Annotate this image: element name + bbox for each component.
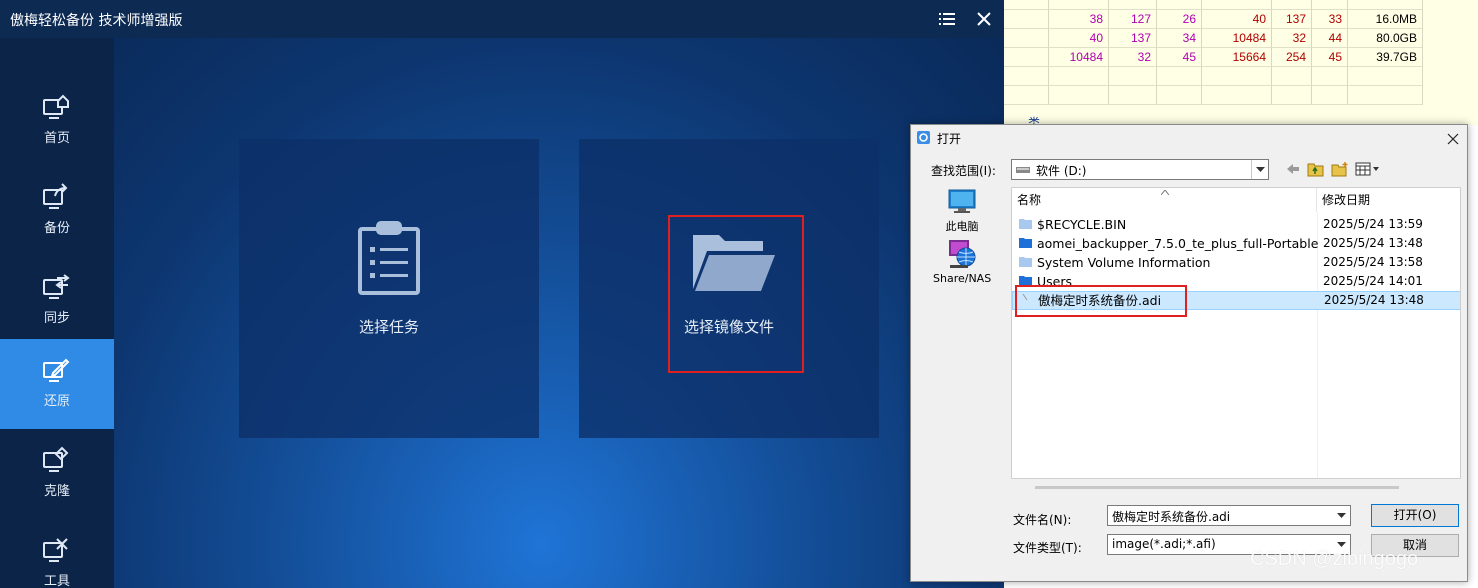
sheet-row-empty [1004,67,1478,86]
sheet-row-partial [1004,0,1478,10]
place-share-nas[interactable]: Share/NAS [933,239,991,285]
backup-icon [43,183,68,209]
file-name: System Volume Information [1037,255,1211,270]
home-icon [43,94,69,119]
menu-icon[interactable] [934,6,960,32]
main-panel: 选择任务 选择镜像文件 [114,38,1004,588]
sheet-row-empty [1004,86,1478,105]
file-date: 2025/5/24 14:01 [1323,274,1423,288]
watermark: CSDN @zibingogo [1250,548,1419,570]
filetype-value: image(*.adi;*.afi) [1112,537,1216,551]
place-label: 此电脑 [945,220,979,233]
new-folder-icon[interactable] [1331,161,1349,177]
folder-icon [1019,257,1032,267]
tools-icon [43,538,68,562]
file-list: 名称 修改日期 $RECYCLE.BIN 2025/5/24 13:59 aom… [1011,187,1461,479]
drive-icon [1016,167,1030,173]
aomei-window: 傲梅轻松备份 技术师增强版 首页 备份 同步 还原 克隆 工具 选择任务 选择镜… [0,0,1004,588]
computer-icon [948,189,976,213]
sync-icon [43,274,70,299]
filename-input[interactable]: 傲梅定时系统备份.adi [1107,505,1351,526]
file-name: aomei_backupper_7.5.0_te_plus_full-Porta… [1037,236,1319,251]
select-task-card[interactable]: 选择任务 [239,139,539,438]
sidebar-item-clone[interactable]: 克隆 [0,429,114,519]
chevron-down-icon [1333,506,1350,525]
dialog-close-icon[interactable] [1443,129,1463,149]
close-icon[interactable] [971,6,997,32]
sidebar-item-home[interactable]: 首页 [0,76,114,166]
sidebar-item-tools[interactable]: 工具 [0,519,114,588]
column-header-label: 名称 [1017,193,1042,207]
column-header-date[interactable]: 修改日期 [1317,188,1460,212]
sidebar-item-label: 克隆 [43,484,70,499]
place-this-pc[interactable]: 此电脑 [933,189,991,234]
folder-icon [1019,219,1032,229]
highlight-box [1015,285,1187,317]
app-title: 傲梅轻松备份 技术师增强版 [10,13,183,29]
back-icon[interactable] [1285,161,1301,177]
sidebar-item-restore[interactable]: 还原 [0,339,114,429]
clone-icon [43,446,69,472]
sidebar: 首页 备份 同步 还原 克隆 工具 [0,38,114,588]
dialog-title: 打开 [937,132,962,146]
folder-icon [1019,238,1032,248]
sheet-row: 40 137 34 10484 32 44 80.0GB [1004,29,1478,48]
open-file-dialog: 打开 查找范围(I): 软件 (D:) 此电脑 Share/NAS 名称 修改日… [910,124,1468,582]
horizontal-scrollbar[interactable] [1035,486,1399,489]
sidebar-item-sync[interactable]: 同步 [0,256,114,346]
file-row[interactable]: System Volume Information 2025/5/24 13:5… [1012,253,1460,272]
look-in-dropdown[interactable]: 软件 (D:) [1011,159,1269,180]
up-folder-icon[interactable] [1307,161,1325,177]
background-spreadsheet: 38 127 26 40 137 33 16.0MB 40 137 34 104… [1004,0,1478,125]
file-date: 2025/5/24 13:58 [1323,255,1423,269]
sidebar-item-label: 工具 [43,574,70,588]
look-in-label: 查找范围(I): [931,164,996,178]
file-date: 2025/5/24 13:59 [1323,217,1423,231]
file-row[interactable]: aomei_backupper_7.5.0_te_plus_full-Porta… [1012,234,1460,253]
column-header-label: 修改日期 [1322,193,1371,207]
open-button[interactable]: 打开(O) [1371,504,1459,527]
place-label: Share/NAS [933,272,992,285]
filename-value: 傲梅定时系统备份.adi [1112,510,1231,524]
file-date: 2025/5/24 13:48 [1323,236,1423,250]
sidebar-item-label: 首页 [43,131,70,146]
sidebar-item-backup[interactable]: 备份 [0,166,114,256]
chevron-down-icon [1251,160,1268,179]
dialog-app-icon [917,131,930,144]
sort-ascending-icon [1161,190,1169,195]
sheet-row: 38 127 26 40 137 33 16.0MB [1004,10,1478,29]
sidebar-item-label: 同步 [43,311,70,326]
sidebar-item-label: 还原 [43,394,70,409]
sidebar-item-label: 备份 [43,221,70,236]
highlight-box [668,215,804,373]
title-bar: 傲梅轻松备份 技术师增强版 [0,0,1004,38]
file-name: $RECYCLE.BIN [1037,217,1127,232]
filetype-label: 文件类型(T): [1013,541,1082,555]
sheet-row: 10484 32 45 15664 254 45 39.7GB [1004,48,1478,67]
view-menu-icon[interactable] [1355,161,1381,177]
clipboard-list-icon [358,221,420,295]
filename-label: 文件名(N): [1013,513,1072,527]
file-date: 2025/5/24 13:48 [1324,293,1424,307]
look-in-value: 软件 (D:) [1036,164,1087,178]
card-label: 选择任务 [358,318,419,336]
network-globe-icon [949,240,976,268]
file-row[interactable]: $RECYCLE.BIN 2025/5/24 13:59 [1012,215,1460,234]
restore-icon [43,358,70,382]
